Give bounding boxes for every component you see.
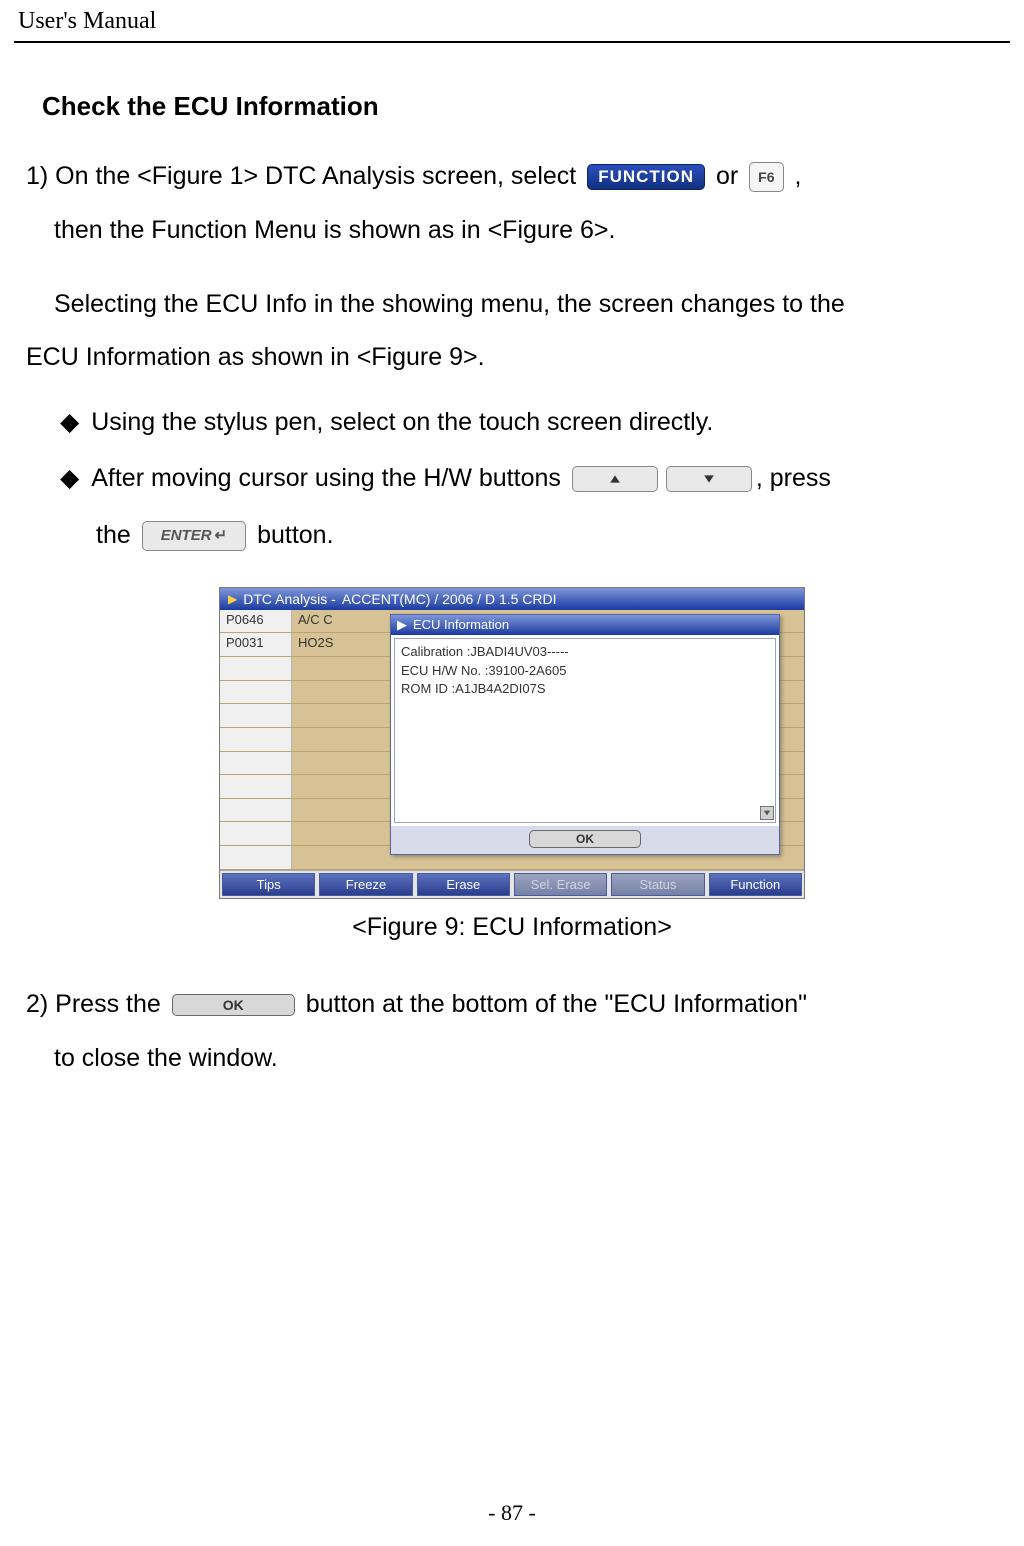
bullet-item-1: ◆ Using the stylus pen, select on the to… (60, 397, 1010, 447)
ecu-line-hw: ECU H/W No. :39100-2A605 (401, 662, 769, 681)
step2-mid: button at the bottom of the "ECU Informa… (306, 990, 807, 1018)
bullet2-line1: After moving cursor using the H/W button… (91, 453, 1010, 503)
ok-button-inline[interactable]: OK (172, 994, 295, 1016)
step2-line2: to close the window. (0, 1032, 1024, 1086)
dtc-code: P0646 (220, 610, 292, 633)
enter-label: ENTER (161, 520, 212, 552)
bottom-toolbar: Tips Freeze Erase Sel. Erase Status Func… (220, 870, 804, 898)
title-arrow-icon: ▶ (228, 592, 237, 606)
erase-button[interactable]: Erase (417, 873, 510, 896)
page-header-title: User's Manual (0, 0, 1024, 41)
step2-pre: 2) Press the (26, 990, 168, 1018)
para2-line1: Selecting the ECU Info in the showing me… (0, 278, 1024, 332)
scroll-down-button[interactable] (760, 806, 774, 820)
step1-paragraph: 1) On the <Figure 1> DTC Analysis screen… (0, 150, 1024, 204)
title-prefix: DTC Analysis - (243, 591, 336, 607)
up-arrow-button[interactable] (572, 466, 658, 492)
step1-text-post: , (794, 162, 801, 190)
status-button[interactable]: Status (611, 873, 704, 896)
section-heading: Check the ECU Information (0, 43, 1024, 150)
bullet1-text: Using the stylus pen, select on the touc… (91, 397, 1010, 447)
page-number: - 87 - (0, 1500, 1024, 1526)
window-title-bar: ▶ DTC Analysis - ACCENT(MC) / 2006 / D 1… (220, 588, 804, 610)
ecu-info-popup: ▶ ECU Information Calibration :JBADI4UV0… (390, 614, 780, 855)
dtc-grid: P0646 A/C C P0031 HO2S ▶ ECU Information (220, 610, 804, 870)
step2-paragraph: 2) Press the OK button at the bottom of … (0, 978, 1024, 1032)
step1-or: or (716, 162, 745, 190)
bullet2-line2-post: button. (257, 521, 333, 549)
bullet-item-2: ◆ After moving cursor using the H/W butt… (60, 453, 1010, 503)
para2-line2: ECU Information as shown in <Figure 9>. (0, 331, 1024, 385)
ecu-line-calibration: Calibration :JBADI4UV03----- (401, 643, 769, 662)
function-button[interactable]: FUNCTION (587, 164, 705, 190)
f6-key-icon[interactable]: F6 (749, 162, 783, 192)
bullet2-pre: After moving cursor using the H/W button… (91, 464, 568, 492)
enter-button[interactable]: ENTER↵ (142, 521, 246, 551)
title-arrow-icon: ▶ (397, 617, 407, 633)
down-arrow-button[interactable] (666, 466, 752, 492)
return-arrow-icon: ↵ (215, 520, 228, 552)
tips-button[interactable]: Tips (222, 873, 315, 896)
chevron-up-icon (609, 473, 621, 485)
ok-button[interactable]: OK (529, 830, 641, 848)
popup-title: ECU Information (413, 617, 509, 632)
step1-text-pre: 1) On the <Figure 1> DTC Analysis screen… (26, 162, 583, 190)
ecu-line-rom: ROM ID :A1JB4A2DI07S (401, 680, 769, 699)
figure-9-container: ▶ DTC Analysis - ACCENT(MC) / 2006 / D 1… (0, 587, 1024, 899)
step1-line2: then the Function Menu is shown as in <F… (0, 204, 1024, 258)
bullet2-line2-pre: the (96, 521, 138, 549)
figure-caption: <Figure 9: ECU Information> (0, 913, 1024, 942)
bullet-marker-icon: ◆ (60, 397, 79, 447)
dtc-code: P0031 (220, 633, 292, 656)
bullet2-post: , press (756, 464, 831, 492)
bullet2-line2: the ENTER↵ button. (60, 509, 1010, 563)
chevron-down-icon (763, 809, 771, 817)
bullet-marker-icon: ◆ (60, 453, 79, 503)
dtc-screenshot: ▶ DTC Analysis - ACCENT(MC) / 2006 / D 1… (219, 587, 805, 899)
sel-erase-button[interactable]: Sel. Erase (514, 873, 607, 896)
popup-title-bar: ▶ ECU Information (391, 615, 779, 635)
function-button-toolbar[interactable]: Function (709, 873, 802, 896)
bullet-list: ◆ Using the stylus pen, select on the to… (0, 397, 1024, 563)
chevron-down-icon (703, 473, 715, 485)
popup-body: Calibration :JBADI4UV03----- ECU H/W No.… (394, 638, 776, 823)
title-vehicle: ACCENT(MC) / 2006 / D 1.5 CRDI (342, 591, 557, 607)
freeze-button[interactable]: Freeze (319, 873, 412, 896)
popup-footer: OK (391, 826, 779, 854)
